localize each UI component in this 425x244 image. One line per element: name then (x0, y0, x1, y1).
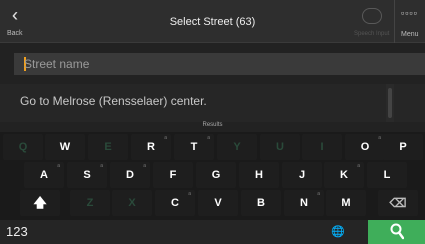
results-scrollbar[interactable] (386, 84, 394, 122)
result-list-item[interactable]: Go to Melrose (Rensselaer) center. (0, 84, 425, 122)
key-j-label: J (298, 169, 306, 181)
search-icon (390, 223, 404, 240)
key-x[interactable]: X (112, 190, 152, 216)
key-r-label: R (147, 141, 155, 153)
key-a-alt: a (57, 163, 60, 169)
key-q[interactable]: Q (3, 134, 43, 160)
key-w-label: W (59, 141, 71, 153)
key-d-label: D (126, 169, 134, 181)
key-i-label: I (320, 141, 324, 153)
key-s-label: S (83, 169, 91, 181)
key-s[interactable]: Sa (67, 162, 107, 188)
key-c[interactable]: Ca (155, 190, 195, 216)
key-n-alt: a (317, 191, 320, 197)
key-h-label: H (255, 169, 263, 181)
key-n[interactable]: Na (284, 190, 324, 216)
menu-button[interactable]: ▫▫▫▫ Menu (394, 0, 425, 43)
scrollbar-thumb[interactable] (388, 88, 392, 118)
key-z[interactable]: Z (70, 190, 110, 216)
numbers-key[interactable]: 123 (0, 220, 50, 244)
key-x-label: X (128, 197, 136, 209)
key-o[interactable]: Oa (345, 134, 385, 160)
language-key[interactable]: 🌐 (318, 220, 358, 244)
key-m[interactable]: M (326, 190, 366, 216)
shift-arrow-icon: 🡅 (33, 195, 47, 210)
key-c-label: C (171, 197, 179, 209)
key-j[interactable]: J (282, 162, 322, 188)
key-f-label: F (169, 169, 177, 181)
speech-input-label: Speech Input (354, 31, 390, 37)
key-l-label: L (383, 169, 391, 181)
backspace-key[interactable]: ⌫ (378, 190, 418, 216)
results-tab[interactable]: Results (0, 122, 425, 132)
key-m-label: M (341, 197, 351, 209)
key-y-label: Y (233, 141, 241, 153)
shift-key[interactable]: 🡅 (20, 190, 60, 216)
speech-input-button[interactable]: Speech Input (350, 0, 392, 43)
key-s-alt: a (100, 163, 103, 169)
key-d[interactable]: Da (110, 162, 150, 188)
key-t-label: T (190, 141, 198, 153)
key-c-alt: a (188, 191, 191, 197)
title-bar: ‹‹ Back Select Street (63) Speech Input … (0, 0, 425, 43)
key-k-label: K (340, 169, 348, 181)
globe-icon: 🌐 (331, 226, 345, 238)
key-t-alt: a (207, 135, 210, 141)
key-o-label: O (360, 141, 370, 153)
street-search-box[interactable] (14, 53, 425, 75)
key-d-alt: a (143, 163, 146, 169)
menu-grid-icon: ▫▫▫▫ (401, 8, 418, 18)
key-k-alt: a (357, 163, 360, 169)
speech-bubble-icon (362, 8, 382, 24)
key-b-label: B (257, 197, 265, 209)
key-l[interactable]: L (367, 162, 407, 188)
key-e[interactable]: E (88, 134, 128, 160)
result-item-label: Go to Melrose (Rensselaer) center. (20, 94, 207, 108)
key-r-alt: a (164, 135, 167, 141)
key-a[interactable]: Aa (24, 162, 64, 188)
key-h[interactable]: H (239, 162, 279, 188)
keyboard-bottom-row (0, 220, 425, 244)
search-button[interactable] (368, 220, 425, 244)
key-p-label: P (399, 141, 407, 153)
key-w[interactable]: W (45, 134, 85, 160)
key-i[interactable]: I (302, 134, 342, 160)
key-o-alt: a (378, 135, 381, 141)
street-name-input[interactable] (24, 53, 414, 75)
key-r[interactable]: Ra (131, 134, 171, 160)
key-t[interactable]: Ta (174, 134, 214, 160)
backspace-icon: ⌫ (389, 196, 407, 210)
back-button[interactable]: ‹‹ Back (0, 0, 44, 43)
key-k[interactable]: Ka (324, 162, 364, 188)
key-y[interactable]: Y (217, 134, 257, 160)
key-a-label: A (40, 169, 48, 181)
key-e-label: E (104, 141, 112, 153)
key-v-label: V (214, 197, 222, 209)
key-v[interactable]: V (198, 190, 238, 216)
key-f[interactable]: F (153, 162, 193, 188)
key-u[interactable]: U (260, 134, 300, 160)
key-g[interactable]: G (196, 162, 236, 188)
back-label: Back (7, 30, 23, 37)
menu-label: Menu (401, 31, 419, 38)
key-g-label: G (211, 169, 221, 181)
key-q-label: Q (18, 141, 28, 153)
key-b[interactable]: B (241, 190, 281, 216)
key-n-label: N (300, 197, 308, 209)
key-u-label: U (276, 141, 284, 153)
key-z-label: Z (86, 197, 94, 209)
key-p[interactable]: P (383, 134, 423, 160)
